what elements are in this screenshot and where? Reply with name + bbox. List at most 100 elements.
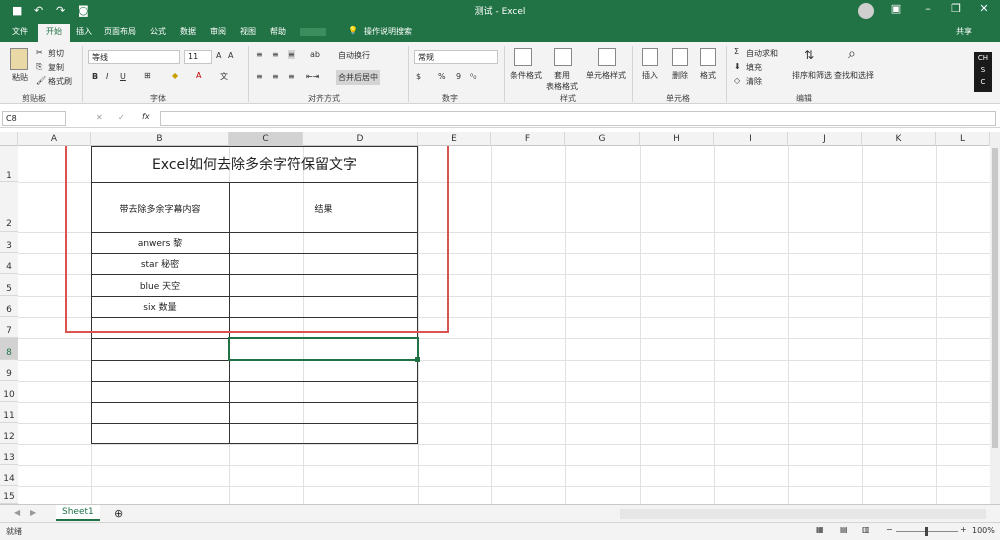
fill-color-icon[interactable]: ◆ [172,71,178,80]
row-header[interactable]: 14 [0,465,18,486]
border-icon[interactable]: ⊞ [144,71,151,80]
decimal-icon[interactable]: ⁰₀ [470,72,476,81]
row-header[interactable]: 11 [0,402,18,423]
row-header[interactable]: 2 [0,182,18,232]
tab-review[interactable]: 审阅 [210,26,226,37]
align-center-icon[interactable]: ≡ [272,72,279,81]
align-right-icon[interactable]: ≡ [288,72,295,81]
cell-styles-icon[interactable] [598,48,616,66]
minimize-icon[interactable]: – [918,2,938,15]
column-header[interactable]: C [229,132,303,146]
cut-icon[interactable]: ✂ [36,48,43,57]
prev-sheet-icon[interactable]: ◀ [14,508,20,517]
horizontal-scrollbar[interactable] [620,509,986,519]
row-header[interactable]: 12 [0,423,18,444]
zoom-level[interactable]: 100% [972,526,995,535]
tab-home[interactable]: 开始 [38,24,70,42]
autosum-button[interactable]: 自动求和 [746,48,778,59]
row-header[interactable]: 8 [0,338,18,360]
vertical-scrollbar[interactable] [990,132,1000,504]
normal-view-icon[interactable]: ▦ [816,525,824,534]
cell-styles-button[interactable]: 单元格样式 [586,70,626,81]
format-painter-icon[interactable]: 🖌 [36,76,46,85]
selected-cell-c8[interactable] [228,337,419,361]
table-format-button[interactable]: 套用 表格格式 [546,70,578,92]
row-header[interactable]: 13 [0,444,18,465]
zoom-out-icon[interactable]: − [886,525,893,534]
insert-cells-button[interactable]: 插入 [642,70,658,81]
cut-button[interactable]: 剪切 [48,48,64,59]
align-left-icon[interactable]: ≡ [256,72,263,81]
select-all-corner[interactable] [0,132,18,146]
italic-button[interactable]: I [106,72,108,81]
column-header[interactable]: H [640,132,714,146]
autosum-icon[interactable]: Σ [734,47,739,56]
column-header[interactable]: L [936,132,990,146]
fx-button[interactable]: fx [142,112,150,121]
avatar[interactable] [858,3,874,19]
zoom-in-icon[interactable]: + [960,525,967,534]
row-header[interactable]: 5 [0,274,18,296]
underline-button[interactable]: U [120,72,126,81]
insert-cells-icon[interactable] [642,48,658,66]
row-header[interactable]: 9 [0,360,18,381]
tab-view[interactable]: 视图 [240,26,256,37]
number-format-select[interactable]: 常规 [414,50,498,64]
row-header[interactable]: 15 [0,486,18,504]
delete-cells-icon[interactable] [672,48,688,66]
fill-button[interactable]: 填充 [746,62,762,73]
phonetic-icon[interactable]: 文 [220,71,228,82]
row-header[interactable]: 4 [0,253,18,274]
clear-button[interactable]: 清除 [746,76,762,87]
conditional-format-button[interactable]: 条件格式 [510,70,542,81]
worksheet-grid[interactable]: Excel如何去除多余字符保留文字 带去除多余字幕内容 结果 anwers 黎 … [18,146,990,504]
comma-button[interactable]: 9 [456,72,461,81]
font-color-icon[interactable]: A [196,71,201,80]
add-sheet-icon[interactable]: ⊕ [114,507,123,520]
conditional-format-icon[interactable] [514,48,532,66]
share-button[interactable]: 共享 [956,26,972,37]
sheet-tab[interactable]: Sheet1 [56,505,100,521]
row-header[interactable]: 6 [0,296,18,317]
clear-icon[interactable]: ◇ [734,76,740,85]
column-header[interactable]: D [303,132,418,146]
font-size-select[interactable]: 11 [184,50,212,64]
column-header[interactable]: K [862,132,936,146]
tab-file[interactable]: 文件 [12,26,28,37]
tab-data[interactable]: 数据 [180,26,196,37]
delete-cells-button[interactable]: 删除 [672,70,688,81]
format-cells-button[interactable]: 格式 [700,70,716,81]
find-select-button[interactable]: 查找和选择 [834,70,874,81]
sort-filter-icon[interactable]: ⇅ [804,48,814,62]
shrink-font-icon[interactable]: A [228,51,233,60]
grow-font-icon[interactable]: A [216,51,221,60]
format-cells-icon[interactable] [700,48,716,66]
copy-icon[interactable]: ⎘ [36,62,42,72]
ribbon-display-icon[interactable]: ▣ [886,2,906,15]
currency-icon[interactable]: $ [416,72,421,81]
format-painter-button[interactable]: 格式刷 [48,76,72,87]
close-icon[interactable]: ✕ [974,2,994,15]
formula-input[interactable] [160,111,996,126]
column-header[interactable]: I [714,132,788,146]
wrap-text-button[interactable]: 自动换行 [338,50,370,61]
fill-icon[interactable]: ⬇ [734,62,741,71]
column-header[interactable]: F [491,132,565,146]
fill-handle[interactable] [415,357,420,362]
column-header[interactable]: A [18,132,91,146]
tab-help[interactable]: 帮助 [270,26,286,37]
row-header[interactable]: 3 [0,232,18,253]
row-header[interactable]: 7 [0,317,18,338]
row-header[interactable]: 10 [0,381,18,402]
align-middle-icon[interactable]: ≡ [272,50,279,59]
cancel-icon[interactable]: ✕ [96,113,103,122]
page-break-icon[interactable]: ▥ [862,525,870,534]
zoom-thumb[interactable] [925,527,928,536]
align-bottom-icon[interactable]: ≡ [288,50,295,59]
copy-button[interactable]: 复制 [48,62,64,73]
merge-center-button[interactable]: 合并后居中 [336,70,380,85]
font-name-select[interactable]: 等线 [88,50,180,64]
align-top-icon[interactable]: ≡ [256,50,263,59]
indent-icon[interactable]: ⇤⇥ [306,72,319,81]
column-header[interactable]: J [788,132,862,146]
